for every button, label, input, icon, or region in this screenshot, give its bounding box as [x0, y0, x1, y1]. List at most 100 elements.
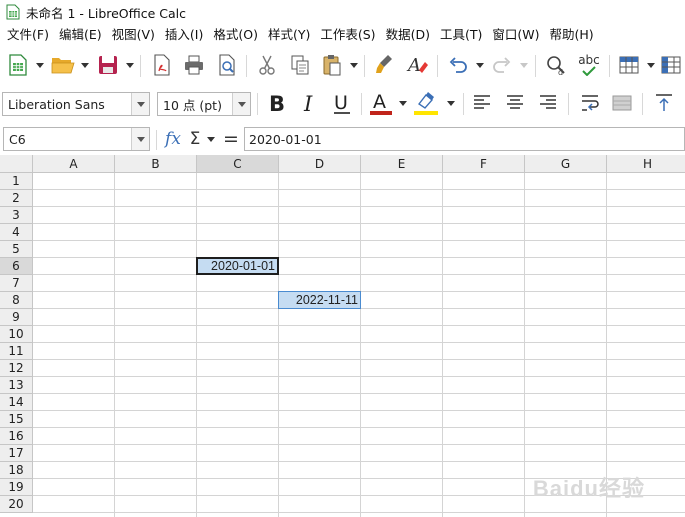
find-replace-button[interactable]: d: [542, 51, 570, 79]
row-header-13[interactable]: 13: [0, 377, 33, 394]
export-pdf-button[interactable]: [148, 51, 176, 79]
row-header-1[interactable]: 1: [0, 173, 33, 190]
undo-dropdown[interactable]: [475, 51, 485, 79]
highlight-color-dropdown[interactable]: [446, 89, 456, 117]
row-header-14[interactable]: 14: [0, 394, 33, 411]
menu-edit[interactable]: 编辑(E): [54, 25, 107, 45]
row-header-7[interactable]: 7: [0, 275, 33, 292]
menu-tools[interactable]: 工具(T): [435, 25, 487, 45]
column-header-a[interactable]: A: [33, 155, 115, 173]
menu-help[interactable]: 帮助(H): [544, 25, 598, 45]
undo-button[interactable]: [444, 51, 472, 79]
wrap-text-button[interactable]: [576, 89, 604, 117]
toolbar-separator: [364, 55, 365, 77]
name-box[interactable]: C6: [3, 127, 150, 151]
row-header-5[interactable]: 5: [0, 241, 33, 258]
font-name-combo[interactable]: Liberation Sans: [2, 92, 150, 116]
clone-formatting-button[interactable]: [371, 51, 399, 79]
select-all-corner[interactable]: [0, 155, 33, 173]
menu-sheet[interactable]: 工作表(S): [315, 25, 380, 45]
menu-data[interactable]: 数据(D): [381, 25, 435, 45]
menu-file[interactable]: 文件(F): [2, 25, 54, 45]
column-header-d[interactable]: D: [279, 155, 361, 173]
menu-format[interactable]: 格式(O): [208, 25, 263, 45]
row-header-12[interactable]: 12: [0, 360, 33, 377]
checkmark-icon: [582, 66, 596, 76]
sum-dropdown[interactable]: [206, 127, 216, 151]
row-header-20[interactable]: 20: [0, 496, 33, 513]
svg-text:A: A: [406, 55, 421, 76]
open-dropdown[interactable]: [80, 51, 90, 79]
menu-window[interactable]: 窗口(W): [487, 25, 544, 45]
column-header-c[interactable]: C: [197, 155, 279, 173]
row-header-8[interactable]: 8: [0, 292, 33, 309]
row-header-11[interactable]: 11: [0, 343, 33, 360]
column-header-b[interactable]: B: [115, 155, 197, 173]
copy-button[interactable]: [286, 51, 314, 79]
function-wizard-button[interactable]: fx: [162, 127, 184, 151]
font-color-button[interactable]: A: [367, 89, 395, 117]
grid-line: [33, 393, 685, 394]
sum-button[interactable]: Σ: [186, 127, 204, 151]
align-right-button[interactable]: [534, 89, 562, 117]
row-button[interactable]: [615, 51, 643, 79]
column-header-h[interactable]: H: [607, 155, 685, 173]
spelling-button[interactable]: abc: [575, 51, 603, 79]
redo-button[interactable]: [488, 51, 516, 79]
grid-line: [33, 325, 685, 326]
spreadsheet-grid[interactable]: A B C D E F G H 1 2 3 4 5 6 7 8 9 10 11 …: [0, 155, 685, 517]
menu-insert[interactable]: 插入(I): [160, 25, 208, 45]
formula-input[interactable]: 2020-01-01: [244, 127, 685, 151]
menu-view[interactable]: 视图(V): [107, 25, 160, 45]
row-header-19[interactable]: 19: [0, 479, 33, 496]
align-center-button[interactable]: [501, 89, 529, 117]
row-header-10[interactable]: 10: [0, 326, 33, 343]
print-preview-button[interactable]: [213, 51, 241, 79]
print-button[interactable]: [180, 51, 208, 79]
toolbar-separator: [609, 55, 610, 77]
row-header-15[interactable]: 15: [0, 411, 33, 428]
row-header-18[interactable]: 18: [0, 462, 33, 479]
italic-button[interactable]: I: [295, 89, 323, 117]
font-color-dropdown[interactable]: [398, 89, 408, 117]
open-button[interactable]: [49, 51, 77, 79]
bold-button[interactable]: B: [262, 89, 290, 117]
row-header-6[interactable]: 6: [0, 258, 33, 275]
paste-button[interactable]: [318, 51, 346, 79]
row-header-2[interactable]: 2: [0, 190, 33, 207]
redo-dropdown[interactable]: [519, 51, 529, 79]
underline-button[interactable]: U: [328, 89, 356, 117]
row-header-17[interactable]: 17: [0, 445, 33, 462]
row-header-9[interactable]: 9: [0, 309, 33, 326]
column-header-e[interactable]: E: [361, 155, 443, 173]
align-left-button[interactable]: [468, 89, 496, 117]
cell-c6[interactable]: 2020-01-01: [196, 257, 279, 275]
highlight-color-button[interactable]: [412, 89, 440, 117]
toolbar-separator: [642, 93, 643, 115]
save-dropdown[interactable]: [125, 51, 135, 79]
align-top-button[interactable]: [650, 89, 678, 117]
column-header-g[interactable]: G: [525, 155, 607, 173]
column-header-f[interactable]: F: [443, 155, 525, 173]
row-header-4[interactable]: 4: [0, 224, 33, 241]
new-document-button[interactable]: [4, 51, 32, 79]
save-button[interactable]: [94, 51, 122, 79]
font-size-dropdown[interactable]: [232, 93, 250, 115]
cut-button[interactable]: [253, 51, 281, 79]
row-dropdown[interactable]: [646, 51, 656, 79]
name-box-dropdown[interactable]: [131, 128, 149, 150]
row-header-3[interactable]: 3: [0, 207, 33, 224]
font-size-combo[interactable]: 10 点 (pt): [157, 92, 251, 116]
clear-formatting-button[interactable]: A: [404, 51, 432, 79]
paste-dropdown[interactable]: [349, 51, 359, 79]
menu-styles[interactable]: 样式(Y): [263, 25, 315, 45]
align-left-icon: [474, 95, 490, 109]
merge-cells-button[interactable]: [608, 89, 636, 117]
formula-equals-button[interactable]: =: [222, 127, 240, 151]
font-name-dropdown[interactable]: [131, 93, 149, 115]
cell-d8[interactable]: 2022-11-11: [278, 291, 361, 309]
highlighter-icon: [414, 92, 438, 115]
column-button[interactable]: [657, 51, 685, 79]
row-header-16[interactable]: 16: [0, 428, 33, 445]
new-document-dropdown[interactable]: [35, 51, 45, 79]
